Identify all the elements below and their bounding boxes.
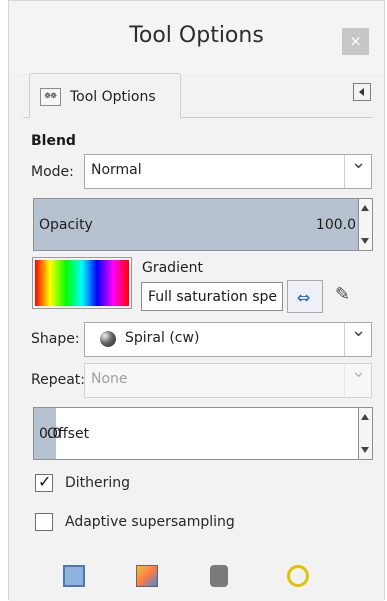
window-title: Tool Options — [129, 23, 264, 48]
blend-section-title: Blend — [31, 133, 76, 149]
opacity-spinscale[interactable]: Opacity 100.0 — [33, 198, 373, 251]
tool-options-dialog: Tool Options × ☸☸ Tool Options Blend Mod… — [8, 0, 385, 601]
spiral-icon — [100, 331, 116, 347]
mode-value: Normal — [91, 162, 142, 178]
gradient-label: Gradient — [142, 260, 203, 276]
gradient-name-field[interactable]: Full saturation spe — [141, 282, 283, 311]
reset-options-icon[interactable] — [287, 565, 309, 587]
increment-arrow-icon[interactable] — [361, 205, 369, 211]
mode-label: Mode: — [31, 164, 74, 180]
gradient-name-value: Full saturation spe — [148, 289, 278, 305]
gradient-preview[interactable] — [32, 257, 132, 309]
reverse-gradient-button[interactable]: ⇔ — [287, 280, 323, 313]
dithering-label: Dithering — [65, 475, 131, 491]
dithering-checkbox[interactable]: ✓ — [35, 472, 53, 492]
decrement-arrow-icon[interactable] — [361, 238, 369, 244]
tab-menu-button[interactable] — [353, 83, 371, 101]
save-options-icon[interactable] — [63, 565, 85, 587]
offset-stepper[interactable] — [358, 408, 372, 459]
title-bar[interactable]: Tool Options × — [9, 1, 384, 73]
dock-tab-bar: ☸☸ Tool Options — [23, 73, 373, 118]
tab-label: Tool Options — [70, 89, 156, 105]
chevron-down-icon[interactable] — [344, 320, 371, 356]
chevron-down-icon[interactable] — [344, 152, 371, 188]
shape-value: Spiral (cw) — [125, 330, 200, 346]
tab-tool-options[interactable]: ☸☸ Tool Options — [29, 73, 181, 118]
increment-arrow-icon[interactable] — [361, 414, 369, 420]
opacity-stepper[interactable] — [358, 199, 372, 250]
chevron-down-icon[interactable] — [344, 361, 371, 397]
checkmark-icon: ✓ — [38, 472, 52, 491]
shape-label: Shape: — [31, 331, 80, 347]
mode-select[interactable]: Normal — [84, 152, 372, 189]
supersampling-label: Adaptive supersampling — [65, 514, 235, 530]
opacity-value: 100.0 — [315, 217, 356, 233]
delete-options-icon[interactable] — [210, 565, 228, 587]
offset-spinscale[interactable]: 0.0 Offset — [33, 407, 373, 460]
bottom-button-bar — [9, 552, 384, 601]
repeat-label: Repeat: — [31, 372, 85, 388]
opacity-label: Opacity — [39, 217, 93, 233]
close-button[interactable]: × — [342, 28, 369, 55]
shape-select[interactable]: Spiral (cw) — [84, 320, 372, 357]
repeat-select[interactable]: None — [84, 361, 372, 398]
offset-label: Offset — [47, 426, 90, 442]
decrement-arrow-icon[interactable] — [361, 447, 369, 453]
supersampling-checkbox[interactable]: ✓ — [35, 513, 53, 531]
restore-options-icon[interactable] — [136, 565, 158, 587]
repeat-value: None — [91, 371, 128, 387]
tool-options-icon: ☸☸ — [40, 88, 61, 106]
edit-gradient-icon[interactable]: ✎ — [335, 284, 350, 305]
close-icon: × — [349, 32, 362, 50]
swap-arrows-icon: ⇔ — [297, 288, 311, 307]
